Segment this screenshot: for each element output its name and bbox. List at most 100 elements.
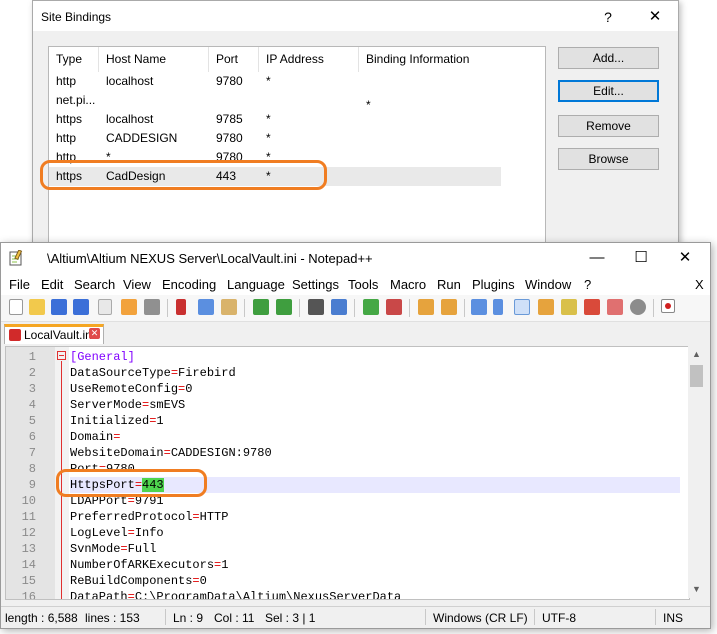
menu-window[interactable]: Window	[525, 277, 571, 292]
tab-close-icon[interactable]: ✕	[89, 328, 100, 339]
window-title: \Altium\Altium NEXUS Server\LocalVault.i…	[47, 251, 373, 266]
ini-equals: =	[127, 590, 135, 600]
save-icon[interactable]	[51, 299, 67, 315]
column-header-host-name[interactable]: Host Name	[99, 47, 209, 72]
cut-icon[interactable]	[176, 299, 186, 315]
open-file-icon[interactable]	[29, 299, 45, 315]
ini-key: PreferredProtocol	[70, 510, 193, 524]
notepad-plus-plus-window: \Altium\Altium NEXUS Server\LocalVault.i…	[0, 242, 711, 629]
code-line[interactable]: SvnMode=Full	[70, 541, 680, 557]
line-number: 14	[21, 558, 36, 572]
scroll-down-icon[interactable]: ▼	[688, 584, 705, 594]
folder-as-workspace-icon[interactable]	[584, 299, 600, 315]
menu-search[interactable]: Search	[74, 277, 115, 292]
copy-icon[interactable]	[198, 299, 214, 315]
close-file-icon[interactable]	[98, 299, 112, 315]
code-line[interactable]: ServerMode=smEVS	[70, 397, 680, 413]
menu-help[interactable]: ?	[584, 277, 591, 292]
close-window-button[interactable]: ✕	[665, 247, 705, 269]
undo-icon[interactable]	[253, 299, 269, 315]
column-header-type[interactable]: Type	[49, 47, 99, 72]
menu-file[interactable]: File	[9, 277, 30, 292]
line-number: 11	[21, 510, 36, 524]
menu-view[interactable]: View	[123, 277, 151, 292]
record-macro-icon[interactable]	[661, 299, 675, 313]
redo-icon[interactable]	[276, 299, 292, 315]
toolbar-separator	[299, 299, 300, 317]
code-line[interactable]: DataSourceType=Firebird	[70, 365, 680, 381]
browse-binding-button[interactable]: Browse	[558, 148, 659, 170]
menu-run[interactable]: Run	[437, 277, 461, 292]
menu-settings[interactable]: Settings	[292, 277, 339, 292]
indent-guide-icon[interactable]	[514, 299, 530, 315]
maximize-button[interactable]: ☐	[621, 247, 661, 269]
function-list-icon[interactable]	[561, 299, 577, 315]
code-line[interactable]: Domain=	[70, 429, 680, 445]
project-panel-icon[interactable]	[607, 299, 623, 315]
line-number: 9	[28, 478, 36, 492]
bindings-list[interactable]: Type Host Name Port IP Address Binding I…	[48, 46, 546, 255]
ini-key: WebsiteDomain	[70, 446, 164, 460]
status-insert-mode[interactable]: INS	[663, 611, 683, 625]
menu-language[interactable]: Language	[227, 277, 285, 292]
toolbar-separator	[464, 299, 465, 317]
code-line[interactable]: NumberOfARKExecutors=1	[70, 557, 680, 573]
status-eol-format[interactable]: Windows (CR LF)	[433, 611, 528, 625]
code-line[interactable]: ReBuildComponents=0	[70, 573, 680, 589]
close-all-icon[interactable]	[121, 299, 137, 315]
column-header-binding-information[interactable]: Binding Information	[359, 47, 509, 72]
add-binding-button[interactable]: Add...	[558, 47, 659, 69]
binding-row[interactable]: https localhost 9785 *	[49, 110, 501, 129]
code-line[interactable]: UseRemoteConfig=0	[70, 381, 680, 397]
fold-collapse-icon[interactable]	[57, 351, 66, 360]
code-line[interactable]: Initialized=1	[70, 413, 680, 429]
save-all-icon[interactable]	[73, 299, 89, 315]
menu-macro[interactable]: Macro	[390, 277, 426, 292]
line-number: 4	[28, 398, 36, 412]
help-button[interactable]: ?	[598, 7, 618, 27]
new-file-icon[interactable]	[9, 299, 23, 315]
ini-value: 0	[185, 382, 193, 396]
column-header-ip-address[interactable]: IP Address	[259, 47, 359, 72]
binding-host: CADDESIGN	[106, 131, 178, 145]
code-line[interactable]: LogLevel=Info	[70, 525, 680, 541]
word-wrap-icon[interactable]	[471, 299, 487, 315]
minimize-button[interactable]: —	[577, 247, 617, 269]
column-header-port[interactable]: Port	[209, 47, 259, 72]
sync-vertical-icon[interactable]	[418, 299, 434, 315]
remove-binding-button[interactable]: Remove	[558, 115, 659, 137]
menu-encoding[interactable]: Encoding	[162, 277, 216, 292]
status-encoding[interactable]: UTF-8	[542, 611, 576, 625]
document-map-icon[interactable]	[538, 299, 554, 315]
paste-icon[interactable]	[221, 299, 237, 315]
code-line[interactable]: WebsiteDomain=CADDESIGN:9780	[70, 445, 680, 461]
menu-plugins[interactable]: Plugins	[472, 277, 515, 292]
dialog-title: Site Bindings	[41, 10, 112, 24]
print-icon[interactable]	[144, 299, 160, 315]
code-line[interactable]: DataPath=C:\ProgramData\Altium\NexusServ…	[70, 589, 680, 600]
close-dialog-button[interactable]: ✕	[645, 7, 665, 27]
tab-localvault-ini[interactable]: LocalVault.ini ✕	[4, 324, 104, 344]
close-document-x[interactable]: X	[695, 277, 704, 292]
menu-edit[interactable]: Edit	[41, 277, 63, 292]
zoom-out-icon[interactable]	[386, 299, 402, 315]
code-line[interactable]: PreferredProtocol=HTTP	[70, 509, 680, 525]
binding-row[interactable]: http CADDESIGN 9780 *	[49, 129, 501, 148]
menu-tools[interactable]: Tools	[348, 277, 378, 292]
show-all-chars-icon[interactable]	[493, 299, 503, 315]
toolbar	[1, 295, 710, 322]
zoom-in-icon[interactable]	[363, 299, 379, 315]
monitoring-icon[interactable]	[630, 299, 646, 315]
binding-row[interactable]: http localhost 9780 *	[49, 72, 501, 91]
code-line[interactable]: [General]	[70, 349, 680, 365]
scroll-up-icon[interactable]: ▲	[688, 349, 705, 359]
replace-icon[interactable]	[331, 299, 347, 315]
binding-row[interactable]: net.pi... *	[49, 91, 501, 112]
sync-horizontal-icon[interactable]	[441, 299, 457, 315]
ini-value: Firebird	[178, 366, 236, 380]
vertical-scrollbar[interactable]: ▲ ▼	[688, 346, 705, 598]
edit-binding-button[interactable]: Edit...	[558, 80, 659, 102]
scrollbar-thumb[interactable]	[690, 365, 703, 387]
find-icon[interactable]	[308, 299, 324, 315]
ini-key: DataSourceType	[70, 366, 171, 380]
